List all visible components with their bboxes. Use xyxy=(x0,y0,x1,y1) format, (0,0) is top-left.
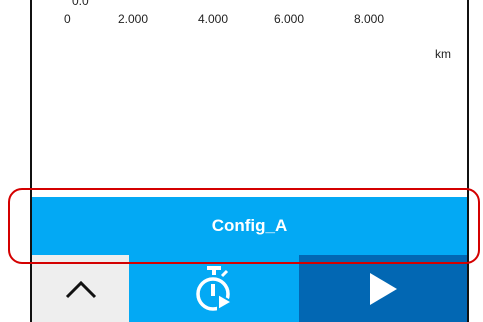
bottom-toolbar xyxy=(32,255,467,322)
x-axis-unit: km xyxy=(435,47,451,61)
expand-up-button[interactable] xyxy=(32,255,129,322)
y-tick-label: 0.0 xyxy=(72,0,89,8)
timer-button[interactable] xyxy=(129,255,299,322)
app-screen: 0.0 0 2.000 4.000 6.000 8.000 km Config_… xyxy=(0,0,483,322)
x-tick-label: 8.000 xyxy=(354,12,385,26)
play-icon xyxy=(370,272,397,305)
device-bezel-right xyxy=(467,0,469,322)
x-tick-label: 4.000 xyxy=(198,12,229,26)
stopwatch-play-icon xyxy=(196,265,235,312)
play-button[interactable] xyxy=(299,255,467,322)
x-tick-label: 2.000 xyxy=(118,12,149,26)
config-selector[interactable]: Config_A xyxy=(32,197,467,255)
x-tick-label: 0 xyxy=(64,12,71,26)
x-tick-label: 6.000 xyxy=(274,12,305,26)
trace-chart: 0.0 0 2.000 4.000 6.000 8.000 km xyxy=(32,0,467,197)
chevron-up-icon xyxy=(65,280,96,298)
device-bezel-left xyxy=(30,0,32,322)
config-name: Config_A xyxy=(211,216,288,235)
